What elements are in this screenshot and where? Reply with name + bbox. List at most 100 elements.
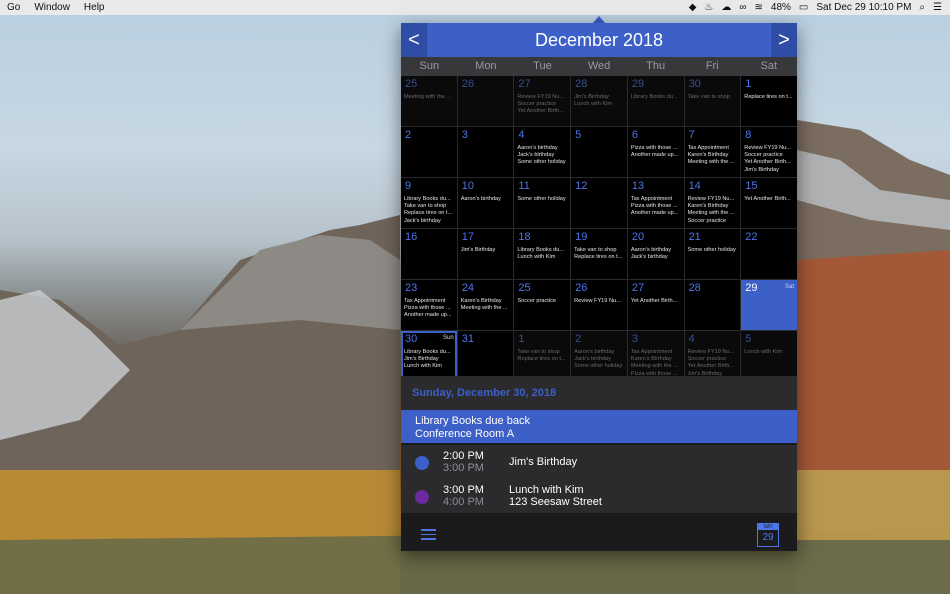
glasses-icon[interactable]: ∞: [739, 0, 746, 15]
month-grid: 25 Meeting with the ... 26 27 Review FY19 Nu…: [401, 76, 797, 381]
day-event-title: Aaron's birthday: [460, 196, 501, 202]
day-cell[interactable]: 30 Take van to shop: [684, 76, 741, 126]
day-event-title: Pizza with those ...: [630, 203, 678, 210]
day-cell[interactable]: 8 Review FY19 Nu... Soccer practice Yet Ano…: [741, 127, 797, 177]
day-cell[interactable]: 1 Take van to shop Replace tires on t...: [514, 331, 571, 381]
event-title: Jim's Birthday: [509, 456, 578, 468]
day-cell[interactable]: 10 Aaron's birthday: [457, 178, 514, 228]
day-event-title: Lunch with Kim: [574, 101, 613, 108]
day-cell[interactable]: 4 Aaron's birthday Jack's birthday Some oth…: [514, 127, 571, 177]
day-cell[interactable]: 4 Review FY19 Nu... Soccer practice Yet Ano…: [684, 331, 741, 381]
day-event-title: Another made up...: [630, 210, 679, 217]
day-cell[interactable]: 21 Some other holiday: [684, 229, 741, 279]
flame-icon[interactable]: ♨: [704, 0, 713, 15]
day-cell[interactable]: 13 Tax Appointment Pizza with those ... Ano…: [627, 178, 684, 228]
day-event-title: Soccer practice: [687, 356, 727, 363]
day-number: 18: [518, 231, 531, 243]
day-cell[interactable]: 18 Library Books du... Lunch with Kim: [514, 229, 571, 279]
cloud-icon[interactable]: ☁: [721, 0, 731, 15]
day-number: 20: [631, 231, 645, 243]
day-cell[interactable]: 27 Review FY19 Nu... Soccer practice Yet An…: [514, 76, 571, 126]
day-event-list: Tax Appointment Karen's Birthday Meeting w…: [688, 145, 739, 167]
event-row[interactable]: 3:00 PM 4:00 PM Lunch with Kim 123 Seesa…: [401, 479, 797, 513]
day-number: 13: [631, 180, 645, 192]
menu-hamburger-icon[interactable]: [421, 529, 436, 540]
day-cell[interactable]: 25 Meeting with the ...: [401, 76, 457, 126]
day-event-title: Library Books du...: [404, 196, 451, 202]
day-cell[interactable]: 1 Replace tires on t...: [741, 76, 797, 126]
day-cell[interactable]: 2: [401, 127, 457, 177]
day-number: 31: [461, 333, 474, 345]
day-cell[interactable]: 26 Review FY19 Nu...: [571, 280, 627, 330]
day-cell[interactable]: 30 Sun Library Books du... Jim's Birthday Lu…: [401, 331, 457, 381]
next-month-button[interactable]: >: [771, 23, 797, 57]
event-start-time: 2:00 PM: [443, 450, 484, 462]
day-cell[interactable]: 6 Pizza with those ... Another made up...: [627, 127, 684, 177]
month-title: December 2018: [534, 30, 664, 50]
day-event-list: Meeting with the ...: [404, 94, 455, 101]
menu-go[interactable]: Go: [0, 2, 27, 13]
day-cell[interactable]: 24 Karen's Birthday Meeting with the ...: [457, 280, 514, 330]
day-cell[interactable]: 15 Yet Another Birth...: [741, 178, 797, 228]
day-event-title: Replace tires on t...: [517, 356, 566, 363]
day-event-list: Library Books du... Lunch with Kim: [517, 247, 568, 261]
day-event-title: Soccer practice: [687, 217, 727, 224]
calendar-app-icon[interactable]: ◆: [689, 0, 697, 15]
day-cell[interactable]: 2 Aaron's birthday Jack's birthday Some oth…: [571, 331, 627, 381]
wifi-icon[interactable]: ≋: [755, 0, 763, 15]
day-event-title: Aaron's birthday: [574, 349, 615, 355]
day-cell[interactable]: 16: [401, 229, 457, 279]
clock[interactable]: Sat Dec 29 10:10 PM: [816, 0, 911, 15]
day-number: 5: [575, 129, 582, 141]
popover-footer: SAT 29: [401, 517, 797, 551]
day-cell[interactable]: 20 Aaron's birthday Jack's birthday: [627, 229, 684, 279]
day-cell[interactable]: 12: [571, 178, 627, 228]
menu-window[interactable]: Window: [27, 2, 77, 13]
day-event-title: Soccer practice: [744, 152, 783, 159]
day-cell[interactable]: 3: [457, 127, 514, 177]
day-cell[interactable]: 17 Jim's Birthday: [457, 229, 514, 279]
event-row[interactable]: 2:00 PM 3:00 PM Jim's Birthday: [401, 445, 797, 479]
day-cell[interactable]: 29 Library Books du...: [627, 76, 684, 126]
notification-center-icon[interactable]: ☰: [933, 0, 942, 15]
day-event-title: Tax Appointment: [630, 349, 673, 355]
all-day-event[interactable]: Library Books due back Conference Room A: [401, 410, 797, 443]
day-cell[interactable]: 14 Review FY19 Nu... Karen's Birthday Meeti…: [684, 178, 741, 228]
day-cell[interactable]: 28 Jim's Birthday Lunch with Kim: [571, 76, 627, 126]
menu-help[interactable]: Help: [77, 2, 112, 13]
battery-icon[interactable]: ▭: [799, 0, 808, 15]
day-cell[interactable]: 27 Yet Another Birth...: [627, 280, 684, 330]
day-event-title: Soccer practice: [517, 298, 556, 304]
day-cell[interactable]: 11 Some other holiday: [514, 178, 571, 228]
day-event-title: Lunch with Kim: [404, 363, 442, 370]
day-event-list: Aaron's birthday Jack's birthday Some othe…: [574, 349, 625, 371]
day-cell[interactable]: 3 Tax Appointment Karen's Birthday Meeting …: [627, 331, 684, 381]
day-event-title: Replace tires on t...: [744, 94, 793, 100]
day-cell[interactable]: 26: [457, 76, 514, 126]
day-number: 27: [631, 282, 645, 294]
day-cell[interactable]: 5 Lunch with Kim: [741, 331, 797, 381]
day-cell[interactable]: 19 Take van to shop Replace tires on t...: [571, 229, 627, 279]
day-cell[interactable]: 28: [684, 280, 741, 330]
day-cell[interactable]: 7 Tax Appointment Karen's Birthday Meeting …: [684, 127, 741, 177]
day-event-list: Karen's Birthday Meeting with the ...: [461, 298, 512, 312]
day-number: 10: [461, 180, 474, 192]
day-cell[interactable]: 23 Tax Appointment Pizza with those ... Ano…: [401, 280, 457, 330]
day-cell[interactable]: 9 Library Books du... Take van to shop Repl…: [401, 178, 457, 228]
day-weekday-label: Sun: [443, 335, 454, 341]
day-event-title: Another made up...: [404, 312, 452, 319]
day-event-title: Aaron's birthday: [630, 247, 672, 253]
day-cell[interactable]: 29 Sat: [741, 280, 797, 330]
day-number: 9: [405, 180, 412, 192]
day-event-title: Some other holiday: [517, 196, 566, 202]
day-event-title: Aaron's birthday: [517, 145, 558, 151]
day-cell[interactable]: 5: [571, 127, 627, 177]
day-cell[interactable]: 22: [741, 229, 797, 279]
today-calendar-icon[interactable]: SAT 29: [757, 523, 779, 547]
all-day-event-title: Library Books due back: [415, 415, 530, 427]
day-event-title: Take van to shop: [517, 349, 560, 355]
day-cell[interactable]: 25 Soccer practice: [514, 280, 571, 330]
previous-month-button[interactable]: <: [401, 23, 427, 57]
spotlight-search-icon[interactable]: ⌕: [919, 0, 925, 15]
day-cell[interactable]: 31: [457, 331, 514, 381]
